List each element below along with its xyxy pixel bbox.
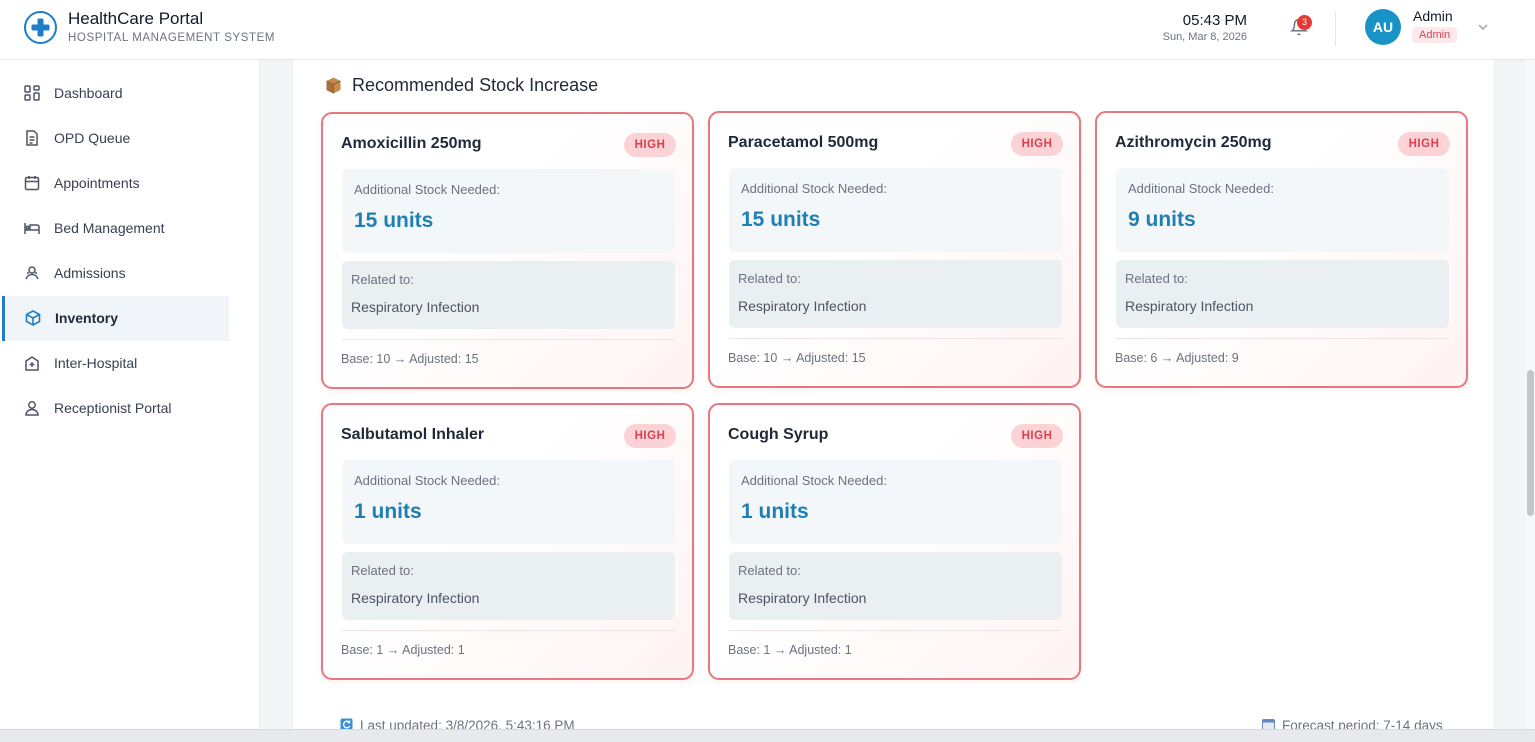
stock-needed-box: Additional Stock Needed: 1 units — [342, 460, 675, 544]
stock-needed-label: Additional Stock Needed: — [741, 473, 887, 488]
related-value: Respiratory Infection — [1125, 298, 1254, 314]
priority-badge: HIGH — [624, 133, 676, 157]
stock-needed-label: Additional Stock Needed: — [1128, 181, 1274, 196]
stock-needed-box: Additional Stock Needed: 15 units — [342, 169, 675, 253]
person-icon — [23, 264, 43, 284]
related-box: Related to: Respiratory Infection — [342, 261, 675, 329]
medicine-name: Salbutamol Inhaler — [341, 426, 485, 443]
related-box: Related to: Respiratory Infection — [1116, 260, 1449, 328]
stock-needed-label: Additional Stock Needed: — [741, 181, 887, 196]
stock-needed-label: Additional Stock Needed: — [354, 473, 500, 488]
sidebar-item-inventory[interactable]: Inventory — [2, 296, 229, 341]
sidebar-item-label: OPD Queue — [54, 130, 131, 146]
sidebar-item-opd-queue[interactable]: OPD Queue — [3, 116, 230, 161]
stock-card: Salbutamol Inhaler HIGH Additional Stock… — [321, 403, 694, 680]
base-adjusted-text: Base: 1 → Adjusted: 1 — [341, 643, 465, 657]
sidebar-item-bed-management[interactable]: Bed Management — [3, 206, 230, 251]
related-label: Related to: — [351, 272, 414, 287]
stock-needed-value: 15 units — [741, 208, 821, 231]
stock-needed-value: 9 units — [1128, 208, 1196, 231]
medicine-name: Amoxicillin 250mg — [341, 135, 482, 152]
stock-needed-value: 1 units — [741, 500, 809, 523]
related-value: Respiratory Infection — [738, 590, 867, 606]
stock-card: Cough Syrup HIGH Additional Stock Needed… — [708, 403, 1081, 680]
avatar[interactable]: AU — [1365, 9, 1401, 45]
card-divider — [729, 338, 1062, 339]
stock-needed-box: Additional Stock Needed: 1 units — [729, 460, 1062, 544]
related-label: Related to: — [1125, 271, 1188, 286]
box-icon — [24, 309, 44, 329]
app-subtitle: HOSPITAL MANAGEMENT SYSTEM — [68, 32, 276, 44]
card-divider — [342, 339, 675, 340]
card-divider — [342, 630, 675, 631]
base-adjusted-text: Base: 6 → Adjusted: 9 — [1115, 351, 1239, 365]
stock-needed-value: 1 units — [354, 500, 422, 523]
priority-badge: HIGH — [624, 424, 676, 448]
related-value: Respiratory Infection — [351, 590, 480, 606]
section-title: Recommended Stock Increase — [352, 75, 599, 95]
sidebar-item-inter-hospital[interactable]: Inter-Hospital — [3, 341, 230, 386]
medicine-name: Paracetamol 500mg — [728, 134, 879, 151]
clock-time: 05:43 PM — [1182, 12, 1247, 29]
sidebar-item-label: Dashboard — [54, 85, 123, 101]
calendar-icon — [23, 174, 43, 194]
stock-card: Paracetamol 500mg HIGH Additional Stock … — [708, 111, 1081, 388]
related-label: Related to: — [738, 563, 801, 578]
related-box: Related to: Respiratory Infection — [729, 260, 1062, 328]
user-name[interactable]: Admin — [1413, 8, 1453, 24]
sidebar-item-label: Admissions — [54, 265, 126, 281]
sidebar: Dashboard OPD Queue Appointments Bed Man… — [0, 60, 260, 742]
related-label: Related to: — [738, 271, 801, 286]
header-divider — [1335, 12, 1336, 46]
related-box: Related to: Respiratory Infection — [342, 552, 675, 620]
chevron-down-icon[interactable] — [1477, 20, 1489, 38]
medicine-name: Cough Syrup — [728, 426, 829, 443]
priority-badge: HIGH — [1011, 132, 1063, 156]
top-header: HealthCare Portal HOSPITAL MANAGEMENT SY… — [0, 0, 1535, 60]
user-icon — [23, 399, 43, 419]
sidebar-item-receptionist-portal[interactable]: Receptionist Portal — [3, 386, 230, 431]
related-value: Respiratory Infection — [738, 298, 867, 314]
base-adjusted-text: Base: 1 → Adjusted: 1 — [728, 643, 852, 657]
package-icon — [324, 76, 343, 100]
stock-needed-box: Additional Stock Needed: 9 units — [1116, 168, 1449, 252]
app-title: HealthCare Portal — [68, 9, 204, 28]
base-adjusted-text: Base: 10 → Adjusted: 15 — [341, 352, 479, 366]
stock-card: Amoxicillin 250mg HIGH Additional Stock … — [321, 112, 694, 389]
scrollbar-thumb[interactable] — [1527, 370, 1534, 516]
notification-badge: 3 — [1297, 15, 1312, 30]
bed-icon — [23, 219, 43, 239]
sidebar-item-dashboard[interactable]: Dashboard — [3, 71, 230, 116]
priority-badge: HIGH — [1011, 424, 1063, 448]
sidebar-item-label: Receptionist Portal — [54, 400, 172, 416]
sidebar-item-admissions[interactable]: Admissions — [3, 251, 230, 296]
stock-needed-box: Additional Stock Needed: 15 units — [729, 168, 1062, 252]
sidebar-item-label: Inventory — [55, 310, 119, 326]
grid-icon — [23, 84, 43, 104]
medicine-name: Azithromycin 250mg — [1115, 134, 1272, 151]
card-divider — [729, 630, 1062, 631]
related-value: Respiratory Infection — [351, 299, 480, 315]
stock-needed-value: 15 units — [354, 209, 434, 232]
card-divider — [1116, 338, 1449, 339]
related-label: Related to: — [351, 563, 414, 578]
sidebar-item-label: Inter-Hospital — [54, 355, 138, 371]
clock-date: Sun, Mar 8, 2026 — [1162, 31, 1247, 43]
user-role-badge: Admin — [1412, 27, 1458, 43]
priority-badge: HIGH — [1398, 132, 1450, 156]
window-bottom-bar — [0, 729, 1535, 742]
sidebar-item-label: Appointments — [54, 175, 140, 191]
hospital-icon — [23, 354, 43, 374]
base-adjusted-text: Base: 10 → Adjusted: 15 — [728, 351, 866, 365]
clipboard-icon — [23, 129, 43, 149]
sidebar-item-appointments[interactable]: Appointments — [3, 161, 230, 206]
hospital-cross-logo-icon — [24, 11, 57, 44]
sidebar-item-label: Bed Management — [54, 220, 165, 236]
stock-card: Azithromycin 250mg HIGH Additional Stock… — [1095, 111, 1468, 388]
stock-needed-label: Additional Stock Needed: — [354, 182, 500, 197]
related-box: Related to: Respiratory Infection — [729, 552, 1062, 620]
